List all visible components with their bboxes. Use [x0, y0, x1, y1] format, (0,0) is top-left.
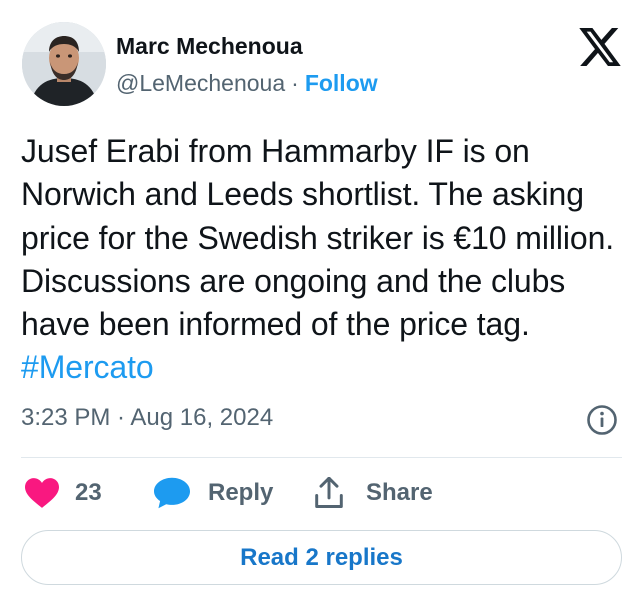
info-icon[interactable] — [586, 404, 618, 436]
author-name[interactable]: Marc Mechenoua — [116, 32, 303, 60]
share-label: Share — [366, 479, 433, 506]
divider — [21, 457, 622, 458]
tweet-card: Marc Mechenoua @LeMechenoua · Follow Jusef… — [0, 0, 644, 615]
heart-icon — [25, 478, 59, 508]
tweet-text: Jusef Erabi from Hammarby IF is on Norwi… — [21, 130, 631, 390]
separator-dot: · — [291, 70, 299, 96]
share-button[interactable]: Share — [314, 473, 433, 513]
action-bar: 23 Reply Share — [21, 473, 624, 513]
hashtag-link[interactable]: #Mercato — [21, 349, 154, 385]
reply-label: Reply — [208, 479, 274, 506]
avatar[interactable] — [22, 22, 106, 106]
read-replies-button[interactable]: Read 2 replies — [21, 530, 622, 585]
like-count: 23 — [75, 479, 102, 506]
x-logo-icon[interactable] — [579, 28, 621, 66]
author-handle[interactable]: @LeMechenoua — [116, 70, 285, 96]
share-upload-icon — [315, 477, 343, 509]
reply-button[interactable]: Reply — [154, 473, 273, 513]
tweet-body: Jusef Erabi from Hammarby IF is on Norwi… — [21, 133, 615, 343]
tweet-header: Marc Mechenoua @LeMechenoua · Follow — [20, 20, 624, 108]
follow-link[interactable]: Follow — [305, 70, 378, 96]
avatar-image — [22, 22, 106, 106]
like-button[interactable]: 23 — [25, 473, 102, 513]
tweet-timestamp[interactable]: 3:23 PM · Aug 16, 2024 — [21, 403, 273, 433]
speech-bubble-icon — [154, 477, 190, 509]
author-handle-line: @LeMechenoua · Follow — [116, 69, 378, 97]
